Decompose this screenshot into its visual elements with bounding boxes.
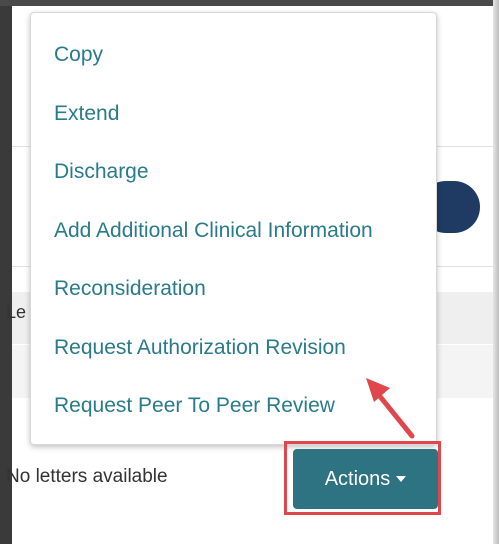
menu-item-reconsideration[interactable]: Reconsideration xyxy=(54,277,206,301)
menu-item-extend[interactable]: Extend xyxy=(54,102,119,126)
menu-item-discharge[interactable]: Discharge xyxy=(54,160,149,184)
actions-button[interactable]: Actions xyxy=(293,449,438,509)
screenshot-frame-top xyxy=(0,0,499,6)
menu-item-request-authorization-revision[interactable]: Request Authorization Revision xyxy=(54,336,346,360)
actions-button-label: Actions xyxy=(324,467,391,490)
menu-item-copy[interactable]: Copy xyxy=(54,43,103,67)
screenshot-frame-right xyxy=(493,0,499,544)
caret-down-icon xyxy=(396,476,407,482)
letters-column-header: Le xyxy=(6,302,27,322)
menu-item-add-additional-clinical-information[interactable]: Add Additional Clinical Information xyxy=(54,219,373,243)
no-letters-message: No letters available xyxy=(6,466,168,487)
screenshot-frame-left xyxy=(0,0,12,544)
arrow-annotation-icon xyxy=(366,378,415,439)
menu-item-request-peer-to-peer-review[interactable]: Request Peer To Peer Review xyxy=(54,394,335,418)
